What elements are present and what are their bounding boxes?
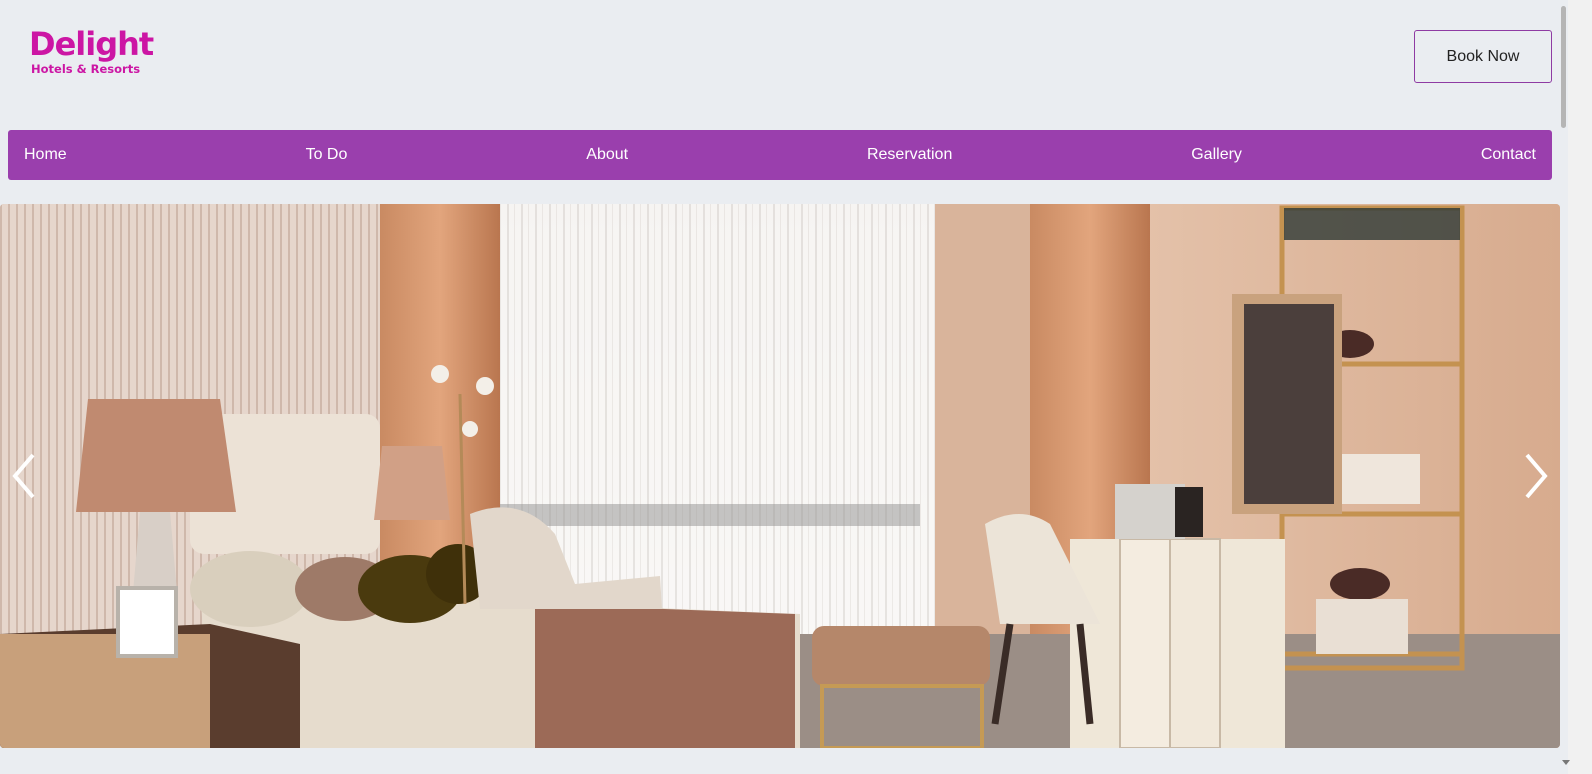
brand-logo[interactable]: Delight Hotels & Resorts: [29, 25, 154, 76]
hotel-room-image: [0, 204, 1560, 748]
nav-item-to-do[interactable]: To Do: [306, 146, 348, 164]
chevron-left-icon: [12, 453, 35, 499]
page-scrollbar[interactable]: [1568, 0, 1592, 774]
chevron-right-icon: [1525, 453, 1548, 499]
nav-item-reservation[interactable]: Reservation: [867, 146, 952, 164]
nav-item-gallery[interactable]: Gallery: [1191, 146, 1242, 164]
scrollbar-thumb[interactable]: [1561, 6, 1566, 128]
hero-carousel: [0, 204, 1560, 748]
main-nav: Home To Do About Reservation Gallery Con…: [8, 130, 1552, 180]
nav-item-home[interactable]: Home: [24, 146, 67, 164]
nav-item-about[interactable]: About: [586, 146, 628, 164]
book-now-button[interactable]: Book Now: [1414, 30, 1552, 83]
site-header: Delight Hotels & Resorts Book Now: [0, 0, 1568, 120]
carousel-next-button[interactable]: [1516, 446, 1556, 506]
brand-name: Delight: [29, 25, 154, 63]
brand-tagline: Hotels & Resorts: [31, 62, 141, 76]
carousel-prev-button[interactable]: [4, 446, 44, 506]
scroll-down-icon[interactable]: [1562, 760, 1570, 765]
nav-item-contact[interactable]: Contact: [1481, 146, 1536, 164]
